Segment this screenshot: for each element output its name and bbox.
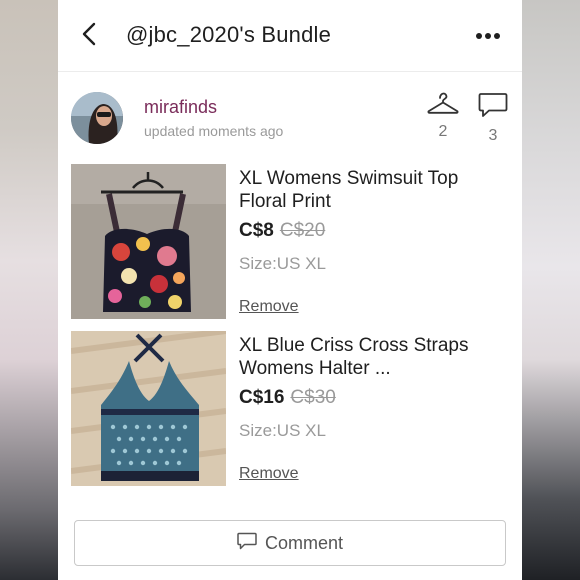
bundle-items-list: XL Womens Swimsuit Top Floral Print C$8 C… <box>58 164 522 498</box>
hanger-icon <box>427 92 459 119</box>
more-options-button[interactable] <box>472 24 504 48</box>
item-image-blue-halter[interactable] <box>71 331 226 486</box>
chevron-left-icon <box>82 22 96 51</box>
item-original-price: C$30 <box>290 387 336 408</box>
back-button[interactable] <box>76 22 102 50</box>
remove-item-button[interactable]: Remove <box>239 298 299 316</box>
seller-info: mirafinds updated moments ago 2 3 <box>58 88 522 154</box>
seller-username[interactable]: mirafinds <box>144 97 217 118</box>
comments-stat[interactable]: 3 <box>475 92 511 148</box>
comment-bubble-icon <box>237 532 257 555</box>
page-title: @jbc_2020's Bundle <box>126 22 332 47</box>
background-left <box>0 0 58 580</box>
item-original-price: C$20 <box>279 220 326 241</box>
more-horizontal-icon <box>475 27 501 45</box>
item-image-floral-top[interactable] <box>71 164 226 319</box>
bundle-screen: @jbc_2020's Bundle mirafinds updated mom… <box>58 0 522 580</box>
price-row: C$16 C$30 <box>239 387 336 409</box>
comments-count: 3 <box>488 127 498 144</box>
likes-stat[interactable]: 2 <box>425 92 461 148</box>
item-price: C$16 <box>239 387 285 408</box>
item-title[interactable]: XL Womens Swimsuit Top Floral Print <box>239 167 489 213</box>
background-right <box>522 0 580 580</box>
likes-count: 2 <box>438 123 448 140</box>
list-item: XL Blue Criss Cross Straps Womens Halter… <box>58 331 522 498</box>
item-size: Size:US XL <box>239 421 326 440</box>
comment-button[interactable]: Comment <box>74 520 506 566</box>
avatar[interactable] <box>71 92 123 144</box>
list-item: XL Womens Swimsuit Top Floral Print C$8 C… <box>58 164 522 331</box>
remove-item-button[interactable]: Remove <box>239 465 299 483</box>
comment-button-label: Comment <box>264 532 344 553</box>
price-row: C$8 C$20 <box>239 220 325 242</box>
item-size: Size:US XL <box>239 254 326 273</box>
item-price: C$8 <box>239 220 274 241</box>
comment-bubble-icon <box>478 92 508 123</box>
updated-timestamp: updated moments ago <box>144 123 284 139</box>
item-title[interactable]: XL Blue Criss Cross Straps Womens Halter… <box>239 334 489 380</box>
header-bar: @jbc_2020's Bundle <box>58 0 522 72</box>
